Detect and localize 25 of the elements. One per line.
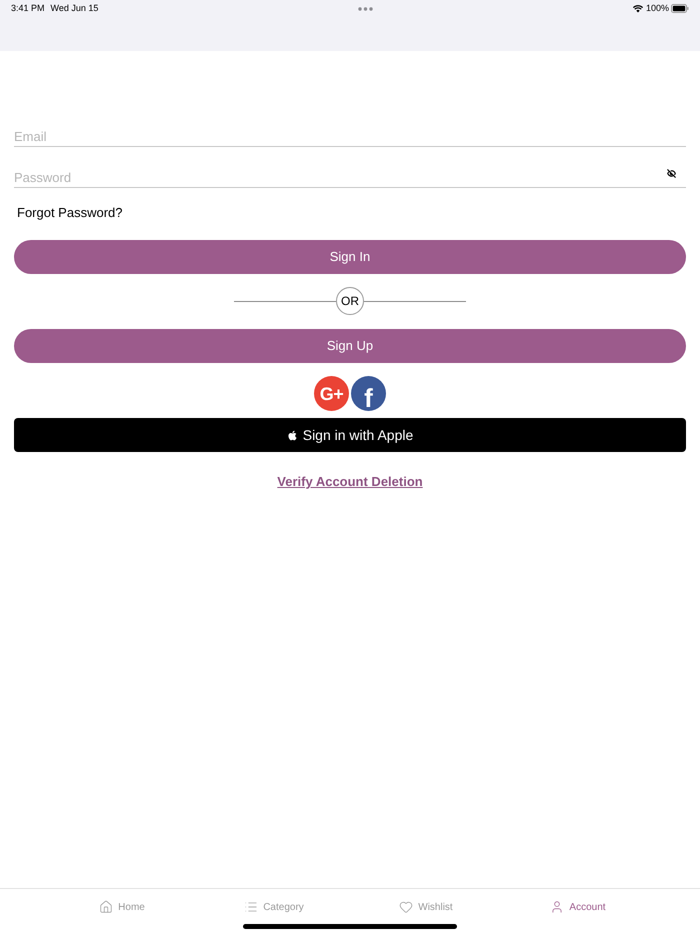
- password-field[interactable]: Password: [14, 158, 686, 188]
- google-plus-button[interactable]: G+: [314, 376, 349, 411]
- battery-percent: 100%: [646, 2, 669, 15]
- facebook-button[interactable]: f: [351, 376, 386, 411]
- status-date: Wed Jun 15: [50, 2, 98, 15]
- verify-account-deletion-link[interactable]: Verify Account Deletion: [277, 472, 423, 492]
- battery-icon: [671, 4, 689, 13]
- status-time: 3:41 PM: [11, 2, 45, 15]
- or-divider-label: OR: [336, 287, 364, 315]
- email-field[interactable]: Email: [14, 117, 686, 147]
- hide-password-icon[interactable]: [667, 169, 676, 178]
- heart-icon: [399, 900, 414, 914]
- wifi-icon: [632, 4, 643, 12]
- tab-item[interactable]: Home: [99, 897, 145, 917]
- more-dots-icon: [358, 6, 374, 10]
- sign-in-button[interactable]: Sign In: [14, 240, 686, 274]
- apple-icon: [286, 430, 298, 440]
- forgot-password-link[interactable]: Forgot Password?: [17, 203, 122, 223]
- tab-item[interactable]: Category: [244, 897, 304, 917]
- sign-up-button[interactable]: Sign Up: [14, 329, 686, 363]
- tab-item[interactable]: Account: [550, 897, 606, 917]
- person-icon: [550, 900, 564, 914]
- apple-sign-in-button[interactable]: Sign in with Apple: [14, 418, 686, 452]
- tab-item[interactable]: Wishlist: [399, 897, 453, 917]
- home-icon: [99, 900, 114, 914]
